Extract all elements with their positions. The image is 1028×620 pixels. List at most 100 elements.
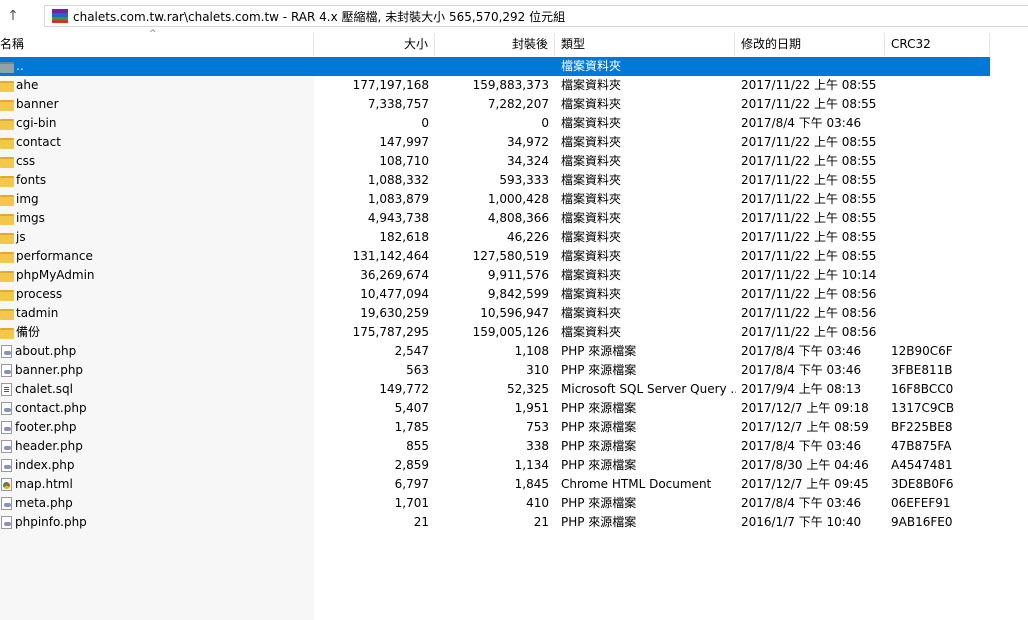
cell-name: css xyxy=(0,152,314,171)
cell-size: 855 xyxy=(406,439,429,453)
php-file-icon xyxy=(1,459,12,472)
cell-size: 177,197,168 xyxy=(352,78,429,92)
cell-modified: 2017/11/22 上午 08:55 xyxy=(741,192,877,206)
cell-size: 10,477,094 xyxy=(360,287,429,301)
cell-modified xyxy=(741,57,886,76)
column-header-packed[interactable]: 封裝後 xyxy=(435,33,555,56)
cell-type: 檔案資料夾 xyxy=(561,325,622,339)
cell-size: 2,859 xyxy=(394,458,429,472)
cell-name: tadmin xyxy=(0,304,314,323)
table-row[interactable]: index.php 2,859 1,134 PHP 來源檔案 2017/8/30 上午 … xyxy=(0,456,990,475)
cell-size: 19,630,259 xyxy=(360,306,429,320)
cell-modified: 2017/11/22 上午 08:55 xyxy=(741,230,877,244)
folder-icon xyxy=(0,251,14,263)
column-header-name[interactable]: 名稱 xyxy=(0,33,314,56)
cell-name: performance xyxy=(0,247,314,266)
folder-icon xyxy=(0,99,14,111)
cell-size: 149,772 xyxy=(379,382,429,396)
cell-modified: 2017/12/7 上午 09:45 xyxy=(741,477,869,491)
cell-packed: 34,972 xyxy=(507,135,549,149)
file-name: chalet.sql xyxy=(15,382,73,396)
cell-modified: 2017/11/22 上午 08:56 xyxy=(741,287,877,301)
cell-type: 檔案資料夾 xyxy=(561,173,622,187)
table-row[interactable]: phpMyAdmin 36,269,674 9,911,576 檔案資料夾 2017/1… xyxy=(0,266,990,285)
cell-crc32: 3DE8B0F6 xyxy=(891,477,954,491)
php-file-icon xyxy=(1,402,12,415)
cell-packed: 10,596,947 xyxy=(480,306,549,320)
file-name: contact.php xyxy=(15,401,87,415)
cell-modified: 2017/11/22 上午 08:55 xyxy=(741,135,877,149)
up-arrow-button[interactable]: ↑ xyxy=(0,4,26,28)
table-row[interactable]: js 182,618 46,226 檔案資料夾 2017/11/22 上午 08:55 xyxy=(0,228,990,247)
table-row[interactable]: 備份 175,787,295 159,005,126 檔案資料夾 2017/11/22 … xyxy=(0,323,990,342)
cell-crc32 xyxy=(891,57,990,76)
cell-name: 備份 xyxy=(0,323,314,342)
file-name: imgs xyxy=(16,211,45,225)
table-row[interactable]: header.php 855 338 PHP 來源檔案 2017/8/4 下午 03:4… xyxy=(0,437,990,456)
cell-crc32 xyxy=(891,171,990,190)
cell-size: 2,547 xyxy=(394,344,429,358)
cell-crc32: 1317C9CB xyxy=(891,401,955,415)
folder-icon xyxy=(0,194,14,206)
cell-type: Microsoft SQL Server Query ... xyxy=(561,382,736,396)
cell-modified: 2017/12/7 上午 08:59 xyxy=(741,420,869,434)
table-row[interactable]: meta.php 1,701 410 PHP 來源檔案 2017/8/4 下午 03:4… xyxy=(0,494,990,513)
cell-name: about.php xyxy=(0,342,314,361)
table-row[interactable]: fonts 1,088,332 593,333 檔案資料夾 2017/11/22 上午 … xyxy=(0,171,990,190)
table-row[interactable]: banner.php 563 310 PHP 來源檔案 2017/8/4 下午 03:4… xyxy=(0,361,990,380)
cell-type: 檔案資料夾 xyxy=(561,230,622,244)
table-row[interactable]: map.html 6,797 1,845 Chrome HTML Document 20… xyxy=(0,475,990,494)
parent-folder-row[interactable]: .. 檔案資料夾 xyxy=(0,57,990,76)
file-name: css xyxy=(16,154,36,168)
cell-crc32: 3FBE811B xyxy=(891,363,953,377)
cell-name: footer.php xyxy=(0,418,314,437)
table-row[interactable]: about.php 2,547 1,108 PHP 來源檔案 2017/8/4 下午 0… xyxy=(0,342,990,361)
table-row[interactable]: css 108,710 34,324 檔案資料夾 2017/11/22 上午 08:55 xyxy=(0,152,990,171)
cell-crc32 xyxy=(891,95,990,114)
column-header-size[interactable]: 大小 xyxy=(314,33,435,56)
table-row[interactable]: process 10,477,094 9,842,599 檔案資料夾 2017/11/2… xyxy=(0,285,990,304)
file-name: cgi-bin xyxy=(16,116,57,130)
cell-type: 檔案資料夾 xyxy=(561,268,622,282)
table-row[interactable]: contact.php 5,407 1,951 PHP 來源檔案 2017/12/7 上… xyxy=(0,399,990,418)
cell-packed: 0 xyxy=(541,116,549,130)
cell-type: 檔案資料夾 xyxy=(561,306,622,320)
file-name: .. xyxy=(16,59,24,73)
address-bar[interactable]: chalets.com.tw.rar\chalets.com.tw - RAR … xyxy=(44,5,1028,27)
cell-type: 檔案資料夾 xyxy=(561,211,622,225)
table-row[interactable]: footer.php 1,785 753 PHP 來源檔案 2017/12/7 上午 0… xyxy=(0,418,990,437)
column-header-modified[interactable]: 修改的日期 xyxy=(735,33,885,56)
address-path: chalets.com.tw.rar\chalets.com.tw - RAR … xyxy=(73,9,566,24)
table-row[interactable]: contact 147,997 34,972 檔案資料夾 2017/11/22 上午 0… xyxy=(0,133,990,152)
cell-type: 檔案資料夾 xyxy=(561,154,622,168)
cell-crc32: BF225BE8 xyxy=(891,420,953,434)
table-row[interactable]: imgs 4,943,738 4,808,366 檔案資料夾 2017/11/22 上午… xyxy=(0,209,990,228)
cell-name: img xyxy=(0,190,314,209)
cell-name: index.php xyxy=(0,456,314,475)
table-row[interactable]: tadmin 19,630,259 10,596,947 檔案資料夾 2017/11/2… xyxy=(0,304,990,323)
table-row[interactable]: performance 131,142,464 127,580,519 檔案資料夾 20… xyxy=(0,247,990,266)
file-name: about.php xyxy=(15,344,77,358)
cell-crc32: 47B875FA xyxy=(891,439,952,453)
cell-type: 檔案資料夾 xyxy=(561,59,622,73)
column-header-type[interactable]: 類型 xyxy=(555,33,735,56)
table-row[interactable]: phpinfo.php 21 21 PHP 來源檔案 2016/1/7 下午 10:40… xyxy=(0,513,990,532)
cell-modified: 2017/11/22 上午 08:56 xyxy=(741,325,877,339)
cell-crc32: 16F8BCC0 xyxy=(891,382,954,396)
cell-modified: 2017/11/22 上午 08:55 xyxy=(741,78,877,92)
table-row[interactable]: img 1,083,879 1,000,428 檔案資料夾 2017/11/22 上午 … xyxy=(0,190,990,209)
cell-crc32 xyxy=(891,133,990,152)
cell-name: fonts xyxy=(0,171,314,190)
cell-packed: 7,282,207 xyxy=(487,97,549,111)
table-row[interactable]: ahe 177,197,168 159,883,373 檔案資料夾 2017/11/22… xyxy=(0,76,990,95)
cell-name: process xyxy=(0,285,314,304)
table-row[interactable]: chalet.sql 149,772 52,325 Microsoft SQL Ser… xyxy=(0,380,990,399)
table-row[interactable]: banner 7,338,757 7,282,207 檔案資料夾 2017/11/22 … xyxy=(0,95,990,114)
cell-type: 檔案資料夾 xyxy=(561,97,622,111)
table-row[interactable]: cgi-bin 0 0 檔案資料夾 2017/8/4 下午 03:46 xyxy=(0,114,990,133)
column-header-crc32[interactable]: CRC32 xyxy=(885,33,990,56)
folder-icon xyxy=(0,213,14,225)
cell-crc32 xyxy=(891,266,990,285)
cell-modified: 2017/8/4 下午 03:46 xyxy=(741,344,862,358)
file-name: 備份 xyxy=(16,325,41,339)
